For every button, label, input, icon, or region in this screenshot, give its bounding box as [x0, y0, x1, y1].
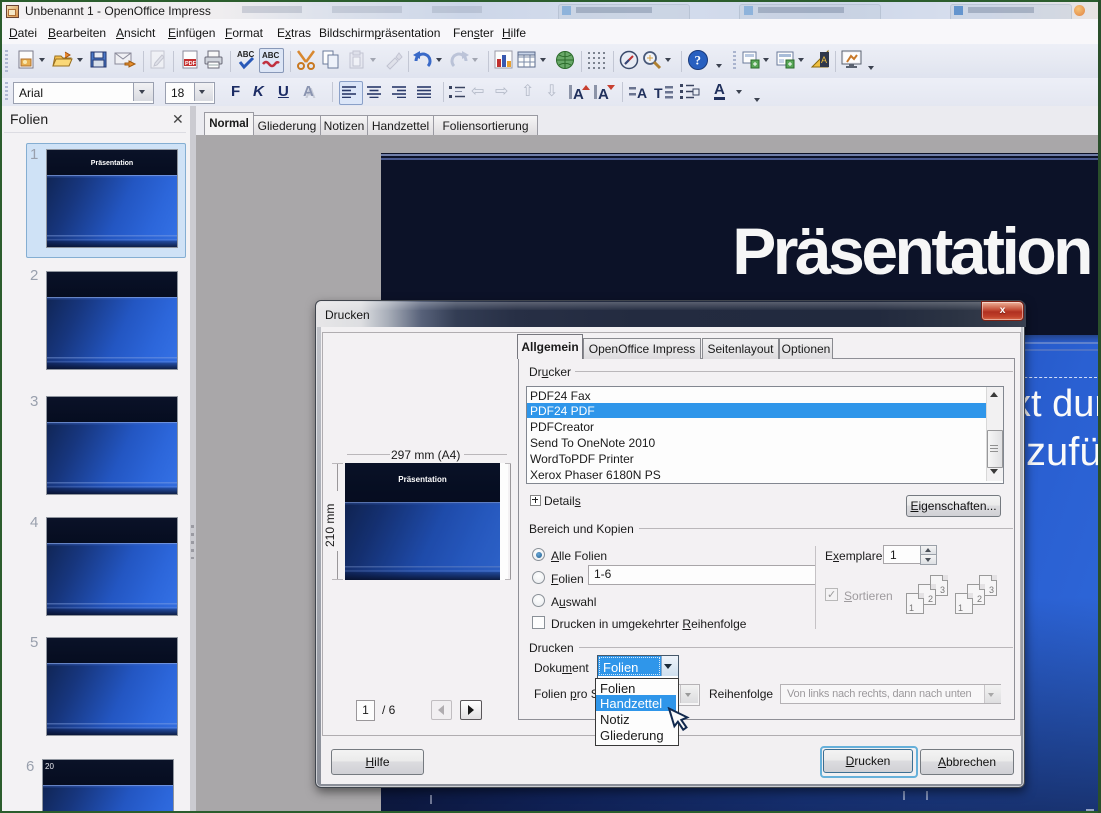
svg-text:T: T	[654, 85, 663, 101]
svg-text:ABC: ABC	[262, 51, 280, 60]
svg-text:PDF: PDF	[185, 61, 197, 67]
svg-text:A: A	[598, 86, 609, 102]
svg-text:A: A	[573, 86, 584, 102]
svg-text:?: ?	[695, 53, 702, 68]
svg-text:A: A	[637, 85, 647, 101]
svg-text:A: A	[821, 55, 827, 65]
